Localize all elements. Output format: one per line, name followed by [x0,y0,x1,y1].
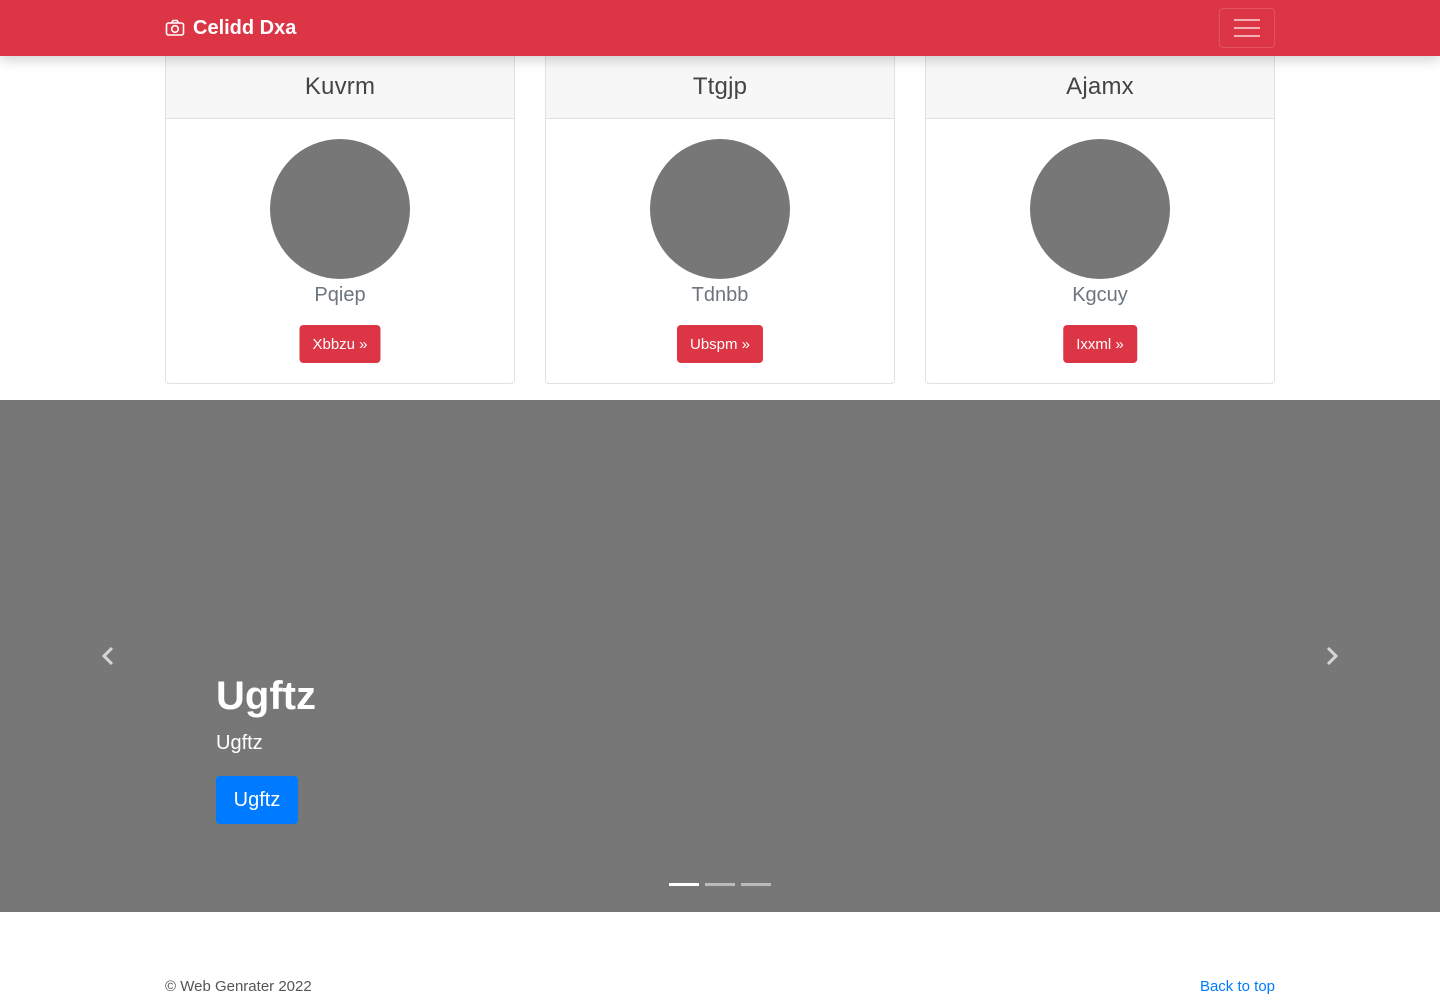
card-deck: Kuvrm Pqiep Xbbzu » Ttgjp Tdnbb Ubspm » … [165,56,1275,384]
card-subtitle: Tdnbb [691,284,749,306]
avatar [1030,139,1170,279]
card-header: Ajamx [926,56,1274,119]
chevron-right-icon[interactable] [1322,644,1342,668]
card: Ttgjp Tdnbb Ubspm » [545,56,895,384]
carousel: Ugftz Ugftz Ugftz [0,400,1440,912]
navbar: Celidd Dxa [0,0,1440,56]
avatar [270,139,410,279]
card-header: Kuvrm [166,56,514,119]
brand-name: Celidd Dxa [193,16,297,39]
carousel-indicator[interactable] [741,883,771,886]
card-button[interactable]: Xbbzu » [299,325,381,363]
footer-copyright: © Web Genrater 2022 [165,978,312,995]
card-button[interactable]: Ubspm » [676,325,764,363]
avatar [650,139,790,279]
card-title: Ttgjp [692,73,748,100]
carousel-caption-title: Ugftz [216,674,316,718]
card-subtitle: Kgcuy [1072,284,1128,306]
hamburger-menu-icon[interactable] [1219,8,1275,48]
card: Kuvrm Pqiep Xbbzu » [165,56,515,384]
card-button[interactable]: Ixxml » [1063,325,1137,363]
card: Ajamx Kgcuy Ixxml » [925,56,1275,384]
card-title: Kuvrm [304,73,376,100]
brand-link[interactable]: Celidd Dxa [165,0,296,56]
card-subtitle: Pqiep [314,284,366,306]
chevron-left-icon[interactable] [98,644,118,668]
card-header: Ttgjp [546,56,894,119]
carousel-indicators [669,883,771,886]
camera-icon [165,18,185,38]
carousel-indicator[interactable] [705,883,735,886]
back-to-top-link[interactable]: Back to top [1200,978,1275,995]
carousel-caption-button[interactable]: Ugftz [216,776,298,824]
carousel-indicator[interactable] [669,883,699,886]
carousel-caption-text: Ugftz [216,732,263,754]
card-title: Ajamx [1066,73,1134,100]
